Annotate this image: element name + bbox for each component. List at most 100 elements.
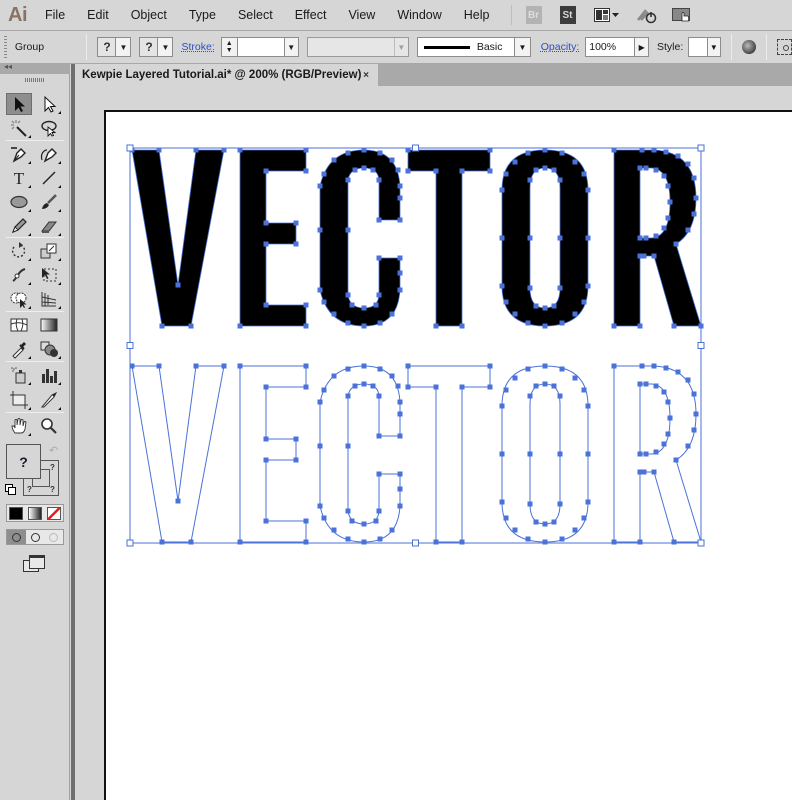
tool-zoom[interactable] bbox=[36, 415, 62, 437]
close-icon[interactable]: × bbox=[363, 70, 369, 81]
tool-hand[interactable] bbox=[6, 415, 32, 437]
anchor-point[interactable] bbox=[175, 498, 181, 504]
anchor-point[interactable] bbox=[637, 323, 643, 329]
anchor-point[interactable] bbox=[377, 150, 383, 156]
anchor-point[interactable] bbox=[525, 150, 531, 156]
letter-path[interactable] bbox=[501, 149, 589, 327]
screen-mode-icon[interactable] bbox=[23, 555, 45, 572]
stock-icon[interactable]: St bbox=[559, 6, 576, 24]
gradient-mode-button[interactable] bbox=[27, 506, 42, 520]
letter-o[interactable] bbox=[499, 147, 591, 329]
bounding-box-handle[interactable] bbox=[697, 342, 705, 349]
chevron-right-icon[interactable]: ▶ bbox=[635, 37, 649, 57]
letter-e[interactable] bbox=[237, 363, 309, 545]
swap-fill-stroke-icon[interactable]: ↶ bbox=[49, 444, 58, 457]
anchor-point[interactable] bbox=[263, 168, 269, 174]
anchor-point[interactable] bbox=[661, 389, 667, 395]
anchor-point[interactable] bbox=[331, 373, 337, 379]
anchor-point[interactable] bbox=[551, 167, 557, 173]
anchor-point[interactable] bbox=[376, 177, 382, 183]
sync-settings-icon[interactable] bbox=[636, 6, 658, 24]
menu-view[interactable]: View bbox=[337, 8, 386, 22]
tool-type[interactable]: T bbox=[6, 167, 32, 189]
anchor-point[interactable] bbox=[542, 305, 548, 311]
anchor-point[interactable] bbox=[159, 323, 165, 329]
anchor-point[interactable] bbox=[651, 253, 657, 259]
anchor-point[interactable] bbox=[459, 323, 465, 329]
anchor-point[interactable] bbox=[503, 171, 509, 177]
stroke-weight-field[interactable]: ▲ ▼ ▼ bbox=[220, 37, 299, 57]
anchor-point[interactable] bbox=[389, 373, 395, 379]
tool-blend[interactable] bbox=[36, 338, 62, 360]
anchor-point[interactable] bbox=[317, 227, 323, 233]
menu-edit[interactable]: Edit bbox=[76, 8, 120, 22]
anchor-point[interactable] bbox=[542, 323, 548, 329]
anchor-point[interactable] bbox=[303, 323, 309, 329]
letter-t[interactable] bbox=[405, 363, 493, 545]
tool-curvature[interactable] bbox=[36, 143, 62, 165]
tool-scale[interactable] bbox=[36, 240, 62, 262]
anchor-point[interactable] bbox=[691, 211, 697, 217]
anchor-point[interactable] bbox=[685, 377, 691, 383]
fill-color-dropdown[interactable]: ? ▼ bbox=[97, 37, 132, 57]
anchor-point[interactable] bbox=[376, 508, 382, 514]
anchor-point[interactable] bbox=[643, 235, 649, 241]
anchor-point[interactable] bbox=[637, 381, 643, 387]
anchor-point[interactable] bbox=[345, 320, 351, 326]
anchor-point[interactable] bbox=[572, 375, 578, 381]
letter-v[interactable] bbox=[129, 147, 227, 329]
anchor-point[interactable] bbox=[551, 383, 557, 389]
anchor-point[interactable] bbox=[361, 363, 367, 369]
anchor-point[interactable] bbox=[533, 303, 539, 309]
letter-path[interactable] bbox=[131, 149, 225, 327]
anchor-point[interactable] bbox=[585, 451, 591, 457]
anchor-point[interactable] bbox=[263, 302, 269, 308]
anchor-point[interactable] bbox=[397, 217, 403, 223]
chevron-down-icon[interactable]: ▼ bbox=[283, 38, 298, 56]
anchor-point[interactable] bbox=[643, 451, 649, 457]
anchor-point[interactable] bbox=[188, 539, 194, 545]
fill-indicator[interactable]: ? bbox=[6, 444, 41, 479]
anchor-point[interactable] bbox=[527, 235, 533, 241]
anchor-point[interactable] bbox=[653, 383, 659, 389]
anchor-point[interactable] bbox=[376, 255, 382, 261]
anchor-point[interactable] bbox=[665, 399, 671, 405]
anchor-point[interactable] bbox=[321, 387, 327, 393]
anchor-point[interactable] bbox=[559, 320, 565, 326]
anchor-point[interactable] bbox=[685, 161, 691, 167]
stroke-weight-stepper[interactable]: ▲ ▼ bbox=[221, 38, 238, 56]
anchor-point[interactable] bbox=[572, 527, 578, 533]
anchor-point[interactable] bbox=[317, 503, 323, 509]
anchor-point[interactable] bbox=[637, 469, 643, 475]
anchor-point[interactable] bbox=[397, 503, 403, 509]
menu-object[interactable]: Object bbox=[120, 8, 178, 22]
menu-type[interactable]: Type bbox=[178, 8, 227, 22]
anchor-point[interactable] bbox=[361, 381, 367, 387]
anchor-point[interactable] bbox=[559, 150, 565, 156]
anchor-point[interactable] bbox=[557, 451, 563, 457]
anchor-point[interactable] bbox=[559, 536, 565, 542]
anchor-point[interactable] bbox=[499, 499, 505, 505]
anchor-point[interactable] bbox=[665, 183, 671, 189]
anchor-point[interactable] bbox=[361, 539, 367, 545]
arrange-documents-icon[interactable] bbox=[671, 6, 692, 24]
anchor-point[interactable] bbox=[397, 486, 403, 492]
anchor-point[interactable] bbox=[377, 536, 383, 542]
letter-path[interactable] bbox=[407, 365, 491, 543]
default-fill-stroke-icon[interactable] bbox=[5, 484, 16, 495]
menu-window[interactable]: Window bbox=[386, 8, 452, 22]
anchor-point[interactable] bbox=[653, 449, 659, 455]
anchor-point[interactable] bbox=[581, 515, 587, 521]
anchor-point[interactable] bbox=[389, 311, 395, 317]
anchor-point[interactable] bbox=[542, 521, 548, 527]
anchor-point[interactable] bbox=[643, 165, 649, 171]
anchor-point[interactable] bbox=[663, 149, 669, 155]
menu-select[interactable]: Select bbox=[227, 8, 284, 22]
anchor-point[interactable] bbox=[585, 235, 591, 241]
anchor-point[interactable] bbox=[525, 320, 531, 326]
anchor-point[interactable] bbox=[557, 393, 563, 399]
anchor-point[interactable] bbox=[459, 384, 465, 390]
menu-file[interactable]: File bbox=[34, 8, 76, 22]
anchor-point[interactable] bbox=[331, 527, 337, 533]
anchor-point[interactable] bbox=[345, 366, 351, 372]
